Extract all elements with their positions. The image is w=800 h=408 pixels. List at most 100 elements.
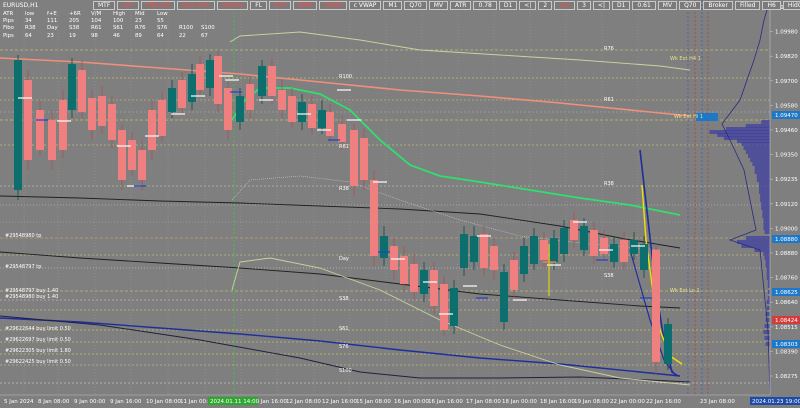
time-label: 2024.01.23 19:00 — [752, 399, 800, 405]
stats-cell: S100 — [201, 25, 215, 32]
toolbar-button[interactable]: New York — [177, 1, 215, 10]
stats-cell: Low — [157, 11, 168, 17]
price-tag-label: 1.08303 — [775, 342, 798, 348]
profile-bar — [764, 336, 770, 340]
stats-cell: 67 — [201, 32, 208, 39]
toolbar-button[interactable]: c VWAP — [348, 1, 382, 10]
candle-body — [450, 288, 458, 326]
upper-band — [229, 31, 691, 71]
toolbar-button[interactable]: M1 — [383, 1, 403, 10]
time-label: 15 Jan 08:00 — [356, 399, 391, 405]
toolbar-button[interactable]: FIBS ON — [140, 1, 176, 10]
toolbar-button[interactable]: Broker — [703, 1, 733, 10]
price-label: 1.08880 — [775, 251, 798, 257]
price-tag: 1.08625 — [772, 288, 800, 296]
profile-bar — [766, 300, 770, 304]
stats-cell: 23 — [135, 18, 142, 25]
candle-body — [59, 100, 67, 150]
toolbar-button[interactable]: MTF — [93, 1, 116, 10]
profile-bar — [764, 230, 770, 234]
profile-bar — [745, 236, 770, 240]
price-label: 1.08515 — [775, 325, 798, 331]
profile-bar — [763, 226, 770, 230]
toolbar-button[interactable]: FL — [250, 1, 268, 10]
stats-cell: 205 — [69, 18, 80, 25]
toolbar-button[interactable]: OFF — [117, 1, 139, 10]
price-label: 1.09120 — [775, 202, 798, 208]
toolbar-button[interactable]: D1 — [611, 1, 631, 10]
candle-body — [118, 130, 126, 180]
order-label: #29548797 tp — [5, 264, 41, 270]
profile-bar — [761, 206, 770, 210]
profile-bar — [765, 318, 770, 322]
profile-bar — [763, 330, 770, 334]
toolbar-button[interactable]: MV — [428, 1, 448, 10]
candle-body — [318, 110, 326, 128]
stats-row: ATR low f+E +6R V/M High Mid Low — [3, 11, 223, 18]
stats-cell: 19 — [69, 32, 76, 39]
candle-body — [188, 74, 196, 102]
candle-body — [610, 244, 618, 262]
level-label: R38 — [604, 181, 614, 187]
price-axis: 1.101301.099801.098201.097001.095801.094… — [696, 0, 800, 408]
toolbar-button[interactable]: HidG — [782, 1, 800, 10]
level-label: S76 — [339, 344, 349, 350]
price-tag-label: 1.08424 — [775, 318, 798, 324]
candle-body — [630, 240, 638, 254]
time-label: 9 Jan 16:00 — [110, 399, 142, 405]
level-label: R76 — [604, 46, 614, 52]
price-label: 1.09460 — [775, 128, 798, 134]
profile-bar — [765, 264, 770, 268]
profile-bar — [766, 272, 770, 276]
stats-cell: R38 — [25, 25, 36, 32]
candle-body — [400, 256, 408, 284]
candle-body — [98, 96, 106, 126]
toolbar-button[interactable]: 0.61 — [632, 1, 656, 10]
toolbar-button[interactable]: <| — [592, 1, 610, 10]
toolbar-button[interactable]: VWAP — [319, 1, 347, 10]
time-label: 10 Jan 08:00 — [146, 399, 181, 405]
candle-body — [550, 238, 558, 262]
candle-body — [620, 240, 628, 262]
grid — [23, 0, 709, 395]
toolbar-button[interactable]: <| — [519, 1, 537, 10]
toolbar-button[interactable]: 2 — [538, 1, 553, 10]
toolbar-button[interactable]: D1 — [498, 1, 518, 10]
candle-body — [308, 104, 316, 128]
candle-body — [640, 244, 648, 270]
toolbar-button[interactable]: MV — [657, 1, 678, 10]
profile-bar — [752, 162, 770, 166]
time-label: 19 Jan 08:00 — [574, 399, 609, 405]
candle-body — [206, 60, 214, 88]
candle-body — [580, 226, 588, 250]
toolbar-button[interactable]: H6 — [762, 1, 781, 10]
toolbar-button[interactable]: Q70 — [404, 1, 427, 10]
toolbar-button[interactable]: Weekly — [216, 1, 249, 10]
toolbar-button[interactable]: 0.78 — [473, 1, 497, 10]
candle-body — [652, 250, 660, 362]
toolbar-button[interactable]: Q70 — [269, 1, 292, 10]
candle-body — [600, 238, 608, 254]
candle-body — [370, 180, 378, 256]
price-label: 1.08760 — [775, 276, 798, 282]
stats-panel: ATR low f+E +6R V/M High Mid Low Pips 34 111 205 104… — [3, 11, 223, 40]
toolbar-button[interactable]: v2v — [554, 1, 576, 10]
time-label: 12 Jan 08:00 — [286, 399, 321, 405]
toolbar-button[interactable]: Q70 — [679, 1, 702, 10]
chart-window[interactable]: EURUSD,H1 MTF OFF FIBS ON New York Weekly FL Q… — [0, 0, 800, 408]
time-label: 8 Jan 08:00 — [38, 399, 70, 405]
toolbar-button[interactable]: AWR — [293, 1, 318, 10]
candle-body — [68, 64, 76, 110]
price-tag-label: 1.08625 — [775, 290, 798, 296]
price-chart[interactable]: 1.101301.099801.098201.097001.095801.094… — [0, 0, 800, 408]
profile-bar — [767, 280, 770, 284]
candle-body — [298, 102, 306, 122]
profile-bar — [766, 268, 770, 272]
price-label: 1.09000 — [775, 226, 798, 232]
stats-cell: +6R — [69, 11, 81, 17]
profile-bar — [756, 174, 770, 178]
toolbar-button[interactable]: 3 — [577, 1, 591, 10]
toolbar-button[interactable]: ATR — [450, 1, 472, 10]
toolbar-button[interactable]: Filled — [734, 1, 761, 10]
candle-body — [480, 234, 488, 268]
